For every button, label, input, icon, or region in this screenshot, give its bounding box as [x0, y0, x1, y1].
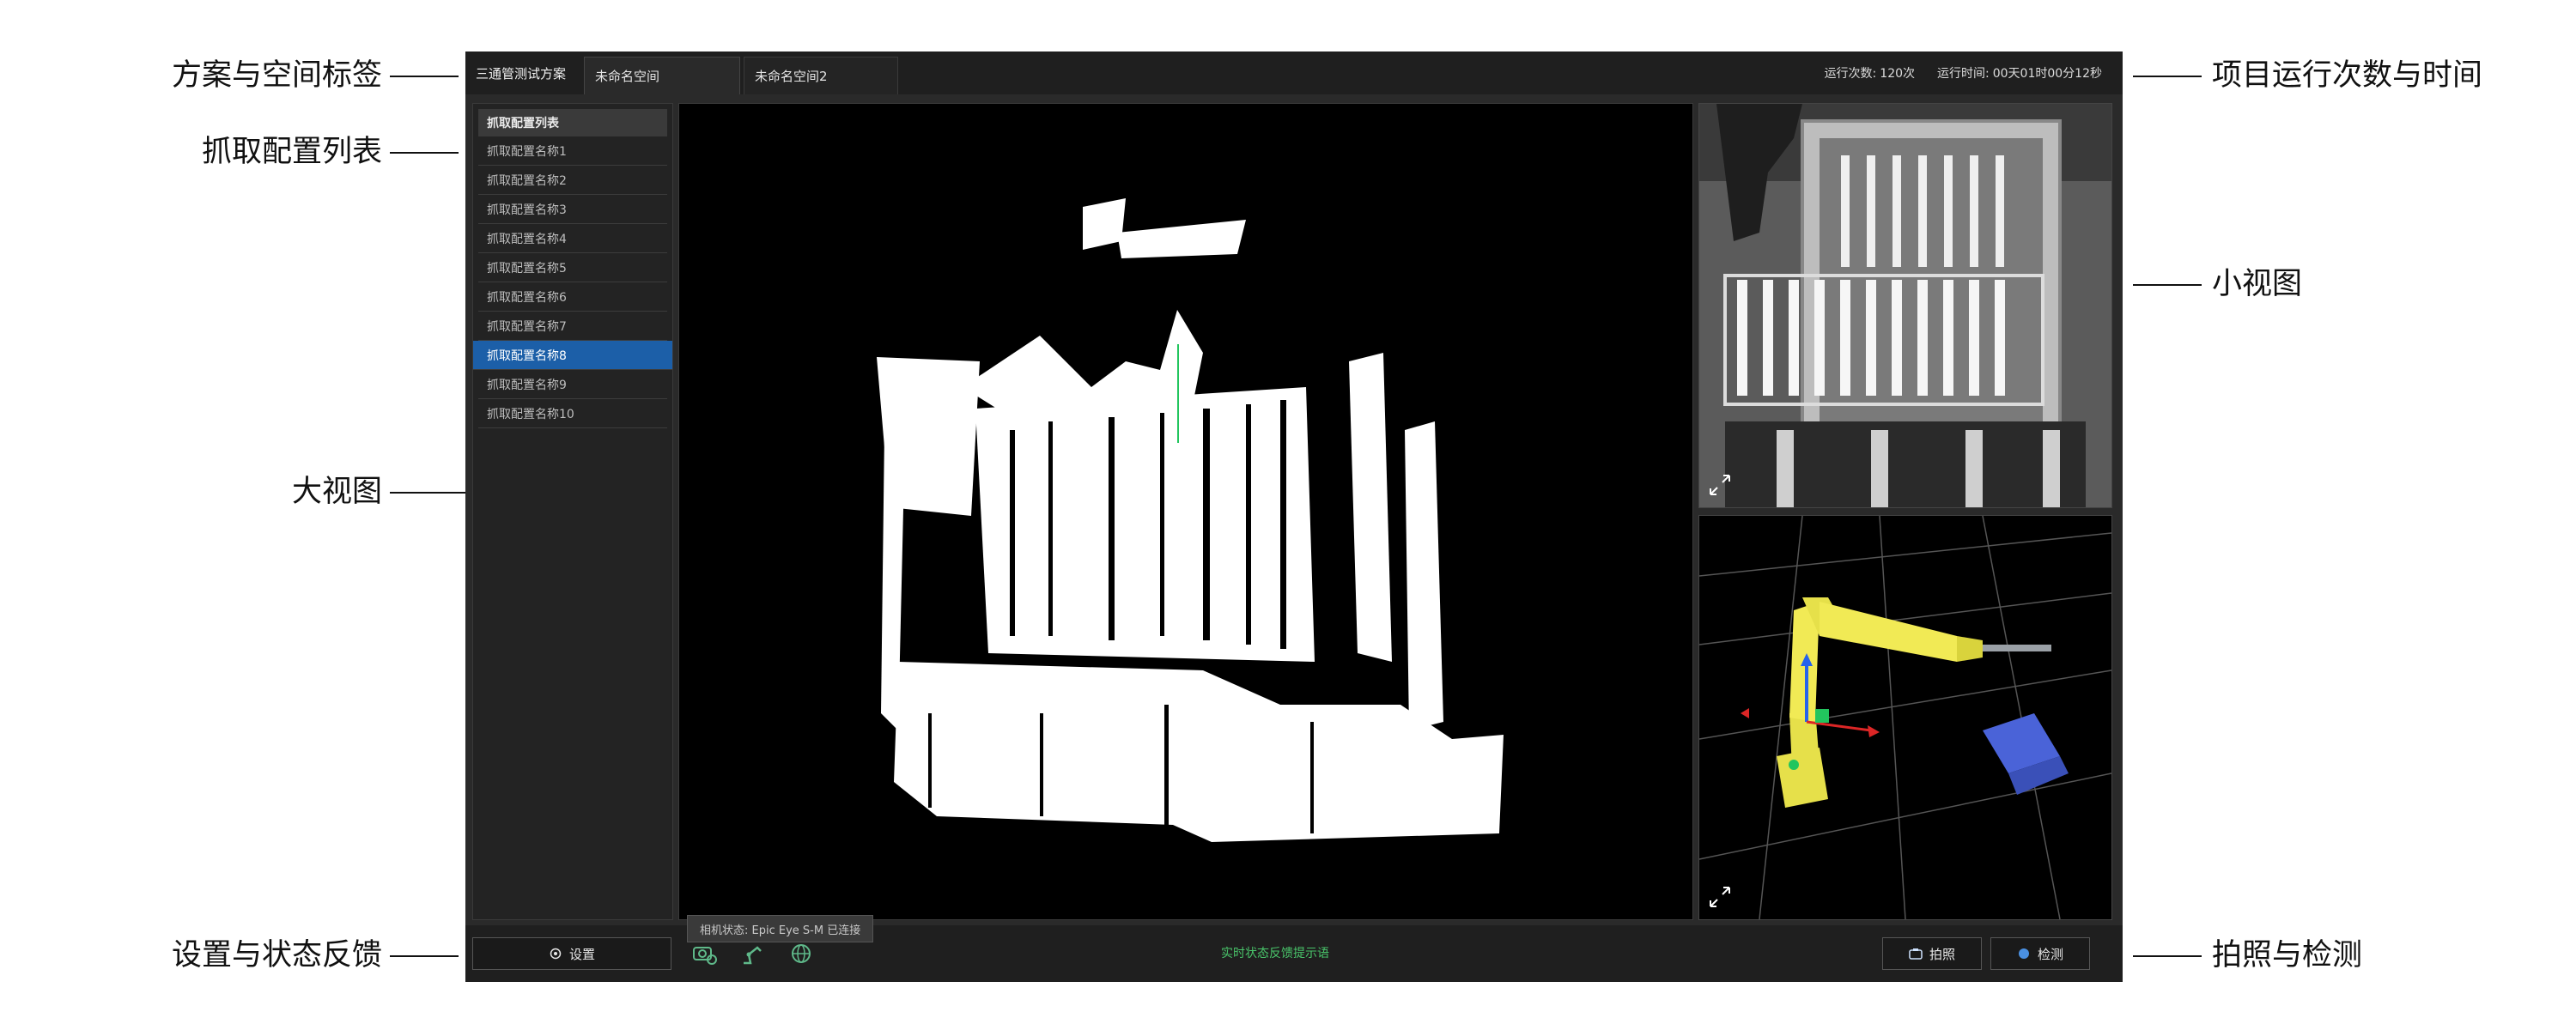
settings-label: 设置	[568, 946, 595, 962]
camera-settings-icon[interactable]	[690, 939, 720, 968]
bottom-bar: 设置 相机状态: Epic Eye S-M 已连接 实时状态反馈提示语 拍照 检…	[465, 915, 2123, 982]
run-time-value: 00天01时00分12秒	[1992, 67, 2102, 81]
tab-space-2[interactable]: 未命名空间2	[744, 57, 898, 94]
settings-button[interactable]: 设置	[472, 937, 671, 970]
callout-run-stats: 项目运行次数与时间	[2212, 58, 2483, 93]
gear-icon	[550, 948, 562, 960]
run-stats: 运行次数: 120次 运行时间: 00天01时00分12秒	[1821, 52, 2102, 94]
grab-config-item[interactable]: 抓取配置名称1	[478, 136, 667, 166]
expand-icon[interactable]	[1708, 473, 1732, 497]
globe-icon[interactable]	[787, 939, 816, 968]
run-time-label: 运行时间:	[1937, 67, 1990, 81]
main-view[interactable]	[678, 103, 1693, 920]
callout-settings-status: 设置与状态反馈	[171, 938, 382, 972]
grab-config-item[interactable]: 抓取配置名称4	[478, 224, 667, 253]
leader-line	[390, 76, 459, 77]
callout-grab-list: 抓取配置列表	[201, 135, 382, 169]
grab-config-list: 抓取配置列表 抓取配置名称1 抓取配置名称2 抓取配置名称3 抓取配置名称4 抓…	[472, 103, 673, 920]
leader-line	[390, 152, 459, 154]
top-bar: 三通管测试方案 未命名空间 未命名空间2 运行次数: 120次 运行时间: 00…	[465, 52, 2123, 94]
grab-config-item-selected[interactable]: 抓取配置名称8	[473, 341, 672, 370]
scheme-name[interactable]: 三通管测试方案	[465, 52, 577, 94]
leader-line	[390, 955, 459, 957]
tab-space-1[interactable]: 未命名空间	[584, 57, 740, 94]
grab-config-item[interactable]: 抓取配置名称10	[478, 399, 667, 428]
point-cloud-image	[679, 104, 1692, 919]
leader-line	[2133, 284, 2202, 286]
small-view-photo[interactable]	[1698, 103, 2112, 508]
robot-scene-3d	[1699, 516, 2111, 919]
grab-config-item[interactable]: 抓取配置名称2	[478, 166, 667, 195]
detect-button[interactable]: 检测	[1990, 937, 2090, 970]
run-count-label: 运行次数:	[1824, 67, 1877, 81]
leader-line	[2133, 76, 2202, 77]
grab-config-list-header: 抓取配置列表	[478, 109, 667, 136]
grab-config-item[interactable]: 抓取配置名称9	[478, 370, 667, 399]
grab-config-item[interactable]: 抓取配置名称5	[478, 253, 667, 282]
small-view-3d[interactable]	[1698, 515, 2112, 920]
status-feedback-text: 实时状态反馈提示语	[1221, 947, 1329, 960]
grab-config-item[interactable]: 抓取配置名称6	[478, 282, 667, 312]
detect-icon	[2018, 948, 2029, 959]
callout-small-view: 小视图	[2212, 267, 2303, 301]
expand-icon[interactable]	[1708, 885, 1732, 909]
capture-label: 拍照	[1929, 946, 1955, 962]
grab-config-item[interactable]: 抓取配置名称7	[478, 312, 667, 341]
capture-button[interactable]: 拍照	[1882, 937, 1982, 970]
callout-capture-detect: 拍照与检测	[2212, 938, 2363, 972]
callout-main-view: 大视图	[291, 475, 382, 509]
app-window: 三通管测试方案 未命名空间 未命名空间2 运行次数: 120次 运行时间: 00…	[465, 52, 2123, 982]
camera-icon	[1909, 948, 1923, 960]
robot-arm-icon[interactable]	[738, 939, 768, 968]
leader-line	[2133, 955, 2202, 957]
run-count-value: 120次	[1880, 67, 1916, 81]
camera-photo-image	[1699, 104, 2111, 507]
detect-label: 检测	[2037, 946, 2063, 962]
grab-config-item[interactable]: 抓取配置名称3	[478, 195, 667, 224]
callout-tabs: 方案与空间标签	[171, 58, 382, 93]
